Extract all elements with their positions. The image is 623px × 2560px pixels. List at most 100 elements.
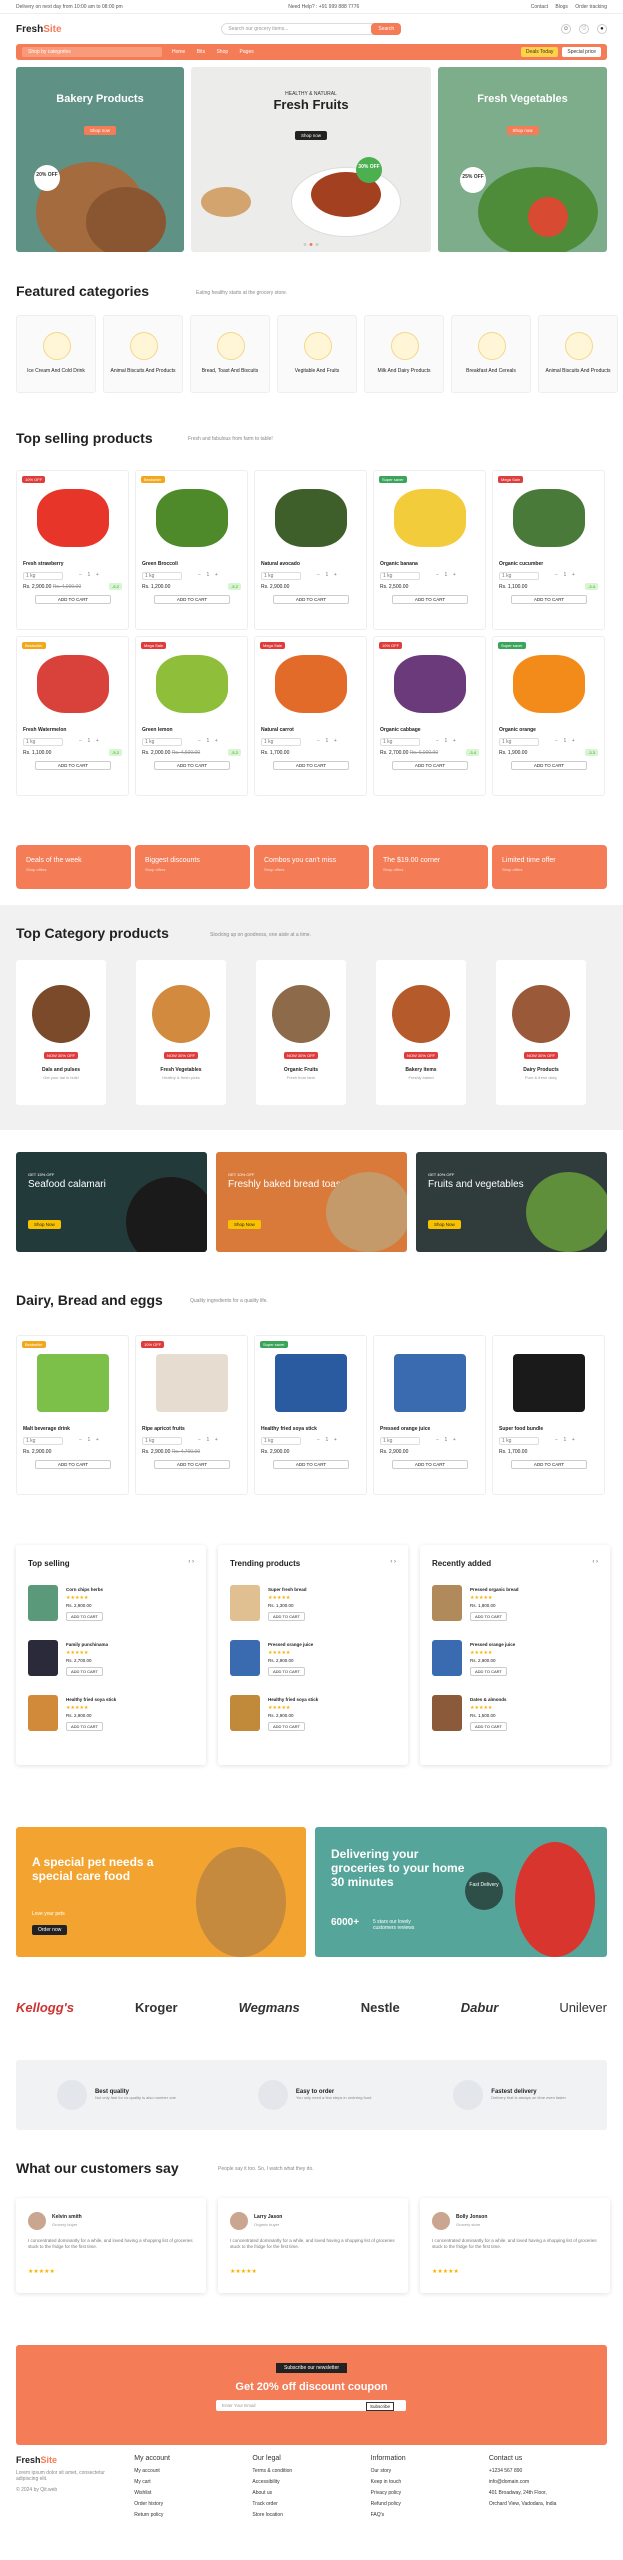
topbar-link-contact[interactable]: Contact	[531, 4, 548, 10]
category-card[interactable]: Breakfast And Cereals	[451, 315, 531, 393]
list-item[interactable]: Healthy fried soya stick ★★★★★ Rs. 2,900.0…	[28, 1695, 194, 1743]
subscribe-button[interactable]: Subscribe	[366, 2402, 395, 2411]
search-input[interactable]: Search our grocery items...	[221, 23, 392, 35]
footer-link[interactable]: info@domain.com	[489, 2479, 607, 2485]
add-to-cart-button[interactable]: ADD TO CART	[268, 1667, 305, 1676]
order-now-button[interactable]: Order now	[32, 1925, 68, 1935]
quantity-stepper[interactable]: − 1 +	[555, 572, 599, 580]
footer-link[interactable]: Terms & condition	[252, 2468, 370, 2474]
size-select[interactable]: 1 kg	[261, 1437, 301, 1445]
list-item[interactable]: Family punchinama ★★★★★ Rs. 2,700.00 ADD TO…	[28, 1640, 194, 1688]
product-card[interactable]: Super saver Organic orange 1 kg − 1 + Rs. 1,…	[492, 636, 605, 796]
footer-link[interactable]: My account	[134, 2468, 252, 2474]
add-to-cart-button[interactable]: ADD TO CART	[392, 761, 468, 770]
hero-fruits[interactable]: HEALTHY & NATURAL Fresh Fruits Shop now …	[191, 67, 431, 252]
list-item[interactable]: Healthy fried soya stick ★★★★★ Rs. 2,900.0…	[230, 1695, 396, 1743]
add-to-cart-button[interactable]: ADD TO CART	[470, 1722, 507, 1731]
category-product-card[interactable]: NOW 30% OFF Organic Fruits Fresh from farm	[256, 960, 346, 1105]
add-to-cart-button[interactable]: ADD TO CART	[35, 1460, 111, 1469]
offer-card[interactable]: Deals of the week Shop offers	[16, 845, 131, 889]
size-select[interactable]: 1 kg	[23, 738, 63, 746]
offer-card[interactable]: The $19.00 corner Shop offers	[373, 845, 488, 889]
user-icon[interactable]: ☺	[560, 24, 571, 34]
size-select[interactable]: 1 kg	[142, 1437, 182, 1445]
quantity-stepper[interactable]: − 1 +	[555, 1437, 599, 1445]
carousel-dots[interactable]	[303, 243, 319, 246]
banner-seafood[interactable]: GET 15% OFF Seafood calamari Shop Now	[16, 1152, 207, 1252]
quantity-stepper[interactable]: − 1 +	[317, 738, 361, 746]
banner-bread[interactable]: GET 10% OFF Freshly baked bread toast Shop…	[216, 1152, 407, 1252]
size-select[interactable]: 1 kg	[380, 738, 420, 746]
category-card[interactable]: Milk And Dairy Products	[364, 315, 444, 393]
nav-bits[interactable]: Bits	[197, 49, 205, 55]
footer-link[interactable]: FAQ's	[371, 2512, 489, 2518]
nav-pages[interactable]: Pages	[240, 49, 254, 55]
quantity-stepper[interactable]: − 1 +	[555, 738, 599, 746]
brand-logo[interactable]: Nestle	[361, 2000, 400, 2015]
nav-home[interactable]: Home	[172, 49, 185, 55]
quantity-stepper[interactable]: − 1 +	[317, 1437, 361, 1445]
deals-today-button[interactable]: Deals Today	[520, 47, 559, 57]
brand-logo[interactable]: Kellogg's	[16, 2000, 74, 2015]
product-card[interactable]: 10% OFF Fresh strawberry 1 kg − 1 + Rs. 2,90…	[16, 470, 129, 630]
size-select[interactable]: 1 kg	[380, 572, 420, 580]
footer-link[interactable]: Store location	[252, 2512, 370, 2518]
banner-fruits-vegetables[interactable]: GET 40% OFF Fruits and vegetables Shop Now	[416, 1152, 607, 1252]
category-dropdown[interactable]: Shop by categories	[22, 47, 162, 57]
add-to-cart-button[interactable]: ADD TO CART	[35, 761, 111, 770]
shop-now-button[interactable]: Shop Now	[228, 1220, 261, 1229]
quantity-stepper[interactable]: − 1 +	[198, 738, 242, 746]
add-to-cart-button[interactable]: ADD TO CART	[35, 595, 111, 604]
add-to-cart-button[interactable]: ADD TO CART	[66, 1612, 103, 1621]
product-card[interactable]: Bestseller Fresh Watermelon 1 kg − 1 + Rs. 1…	[16, 636, 129, 796]
list-item[interactable]: Dates & almonds ★★★★★ Rs. 1,500.00 ADD TO C…	[432, 1695, 598, 1743]
size-select[interactable]: 1 kg	[23, 572, 63, 580]
product-card[interactable]: Mega Sale Organic cucumber 1 kg − 1 + Rs. 1,…	[492, 470, 605, 630]
shop-now-button[interactable]: Shop now	[83, 126, 117, 135]
category-product-card[interactable]: NOW 30% OFF Fresh Vegetables Healthy & fre…	[136, 960, 226, 1105]
topbar-link-order-tracking[interactable]: Order tracking	[575, 4, 607, 10]
cart-icon[interactable]: ●	[596, 24, 607, 34]
footer-link[interactable]: Our story	[371, 2468, 489, 2474]
shop-now-button[interactable]: Shop now	[506, 126, 539, 135]
list-item[interactable]: Corn chips herbs ★★★★★ Rs. 2,900.00 ADD TO …	[28, 1585, 194, 1633]
list-item[interactable]: Pressed orange juice ★★★★★ Rs. 2,900.00 ADD…	[230, 1640, 396, 1688]
footer-link[interactable]: Accessibility	[252, 2479, 370, 2485]
brand-logo[interactable]: Wegmans	[239, 2000, 300, 2015]
add-to-cart-button[interactable]: ADD TO CART	[154, 595, 230, 604]
quantity-stepper[interactable]: − 1 +	[317, 572, 361, 580]
logo[interactable]: FreshSite	[16, 24, 62, 35]
footer-link[interactable]: Privacy policy	[371, 2490, 489, 2496]
search-button[interactable]: Search	[371, 23, 402, 35]
pet-food-promo[interactable]: A special pet needs a special care food …	[16, 1827, 306, 1957]
category-card[interactable]: Bread, Toast And Biscuits	[190, 315, 270, 393]
brand-logo[interactable]: Dabur	[461, 2000, 499, 2015]
footer-link[interactable]: Keep in touch	[371, 2479, 489, 2485]
size-select[interactable]: 1 kg	[142, 738, 182, 746]
product-card[interactable]: 10% OFF Ripe apricot fruits 1 kg − 1 + Rs. 2…	[135, 1335, 248, 1495]
quantity-stepper[interactable]: − 1 +	[436, 572, 480, 580]
nav-shop[interactable]: Shop	[216, 49, 228, 55]
add-to-cart-button[interactable]: ADD TO CART	[154, 761, 230, 770]
delivery-promo[interactable]: Delivering your groceries to your home 3…	[315, 1827, 607, 1957]
size-select[interactable]: 1 kg	[142, 572, 182, 580]
size-select[interactable]: 1 kg	[261, 738, 301, 746]
product-card[interactable]: Mega Sale Green lemon 1 kg − 1 + Rs. 2,000.0…	[135, 636, 248, 796]
footer-link[interactable]: Order history	[134, 2501, 252, 2507]
footer-link[interactable]: Return policy	[134, 2512, 252, 2518]
add-to-cart-button[interactable]: ADD TO CART	[470, 1667, 507, 1676]
product-card[interactable]: Mega Sale Natural carrot 1 kg − 1 + Rs. 1,70…	[254, 636, 367, 796]
category-card[interactable]: Animal Biscuits And Products	[103, 315, 183, 393]
quantity-stepper[interactable]: − 1 +	[79, 572, 123, 580]
add-to-cart-button[interactable]: ADD TO CART	[268, 1612, 305, 1621]
footer-link[interactable]: +1234 567 890	[489, 2468, 607, 2474]
arrows-icon[interactable]: ‹ ›	[188, 1559, 194, 1565]
special-price-button[interactable]: Special price	[562, 47, 601, 57]
size-select[interactable]: 1 kg	[380, 1437, 420, 1445]
footer-link[interactable]: About us	[252, 2490, 370, 2496]
category-card[interactable]: Animal Biscuits And Products	[538, 315, 618, 393]
footer-link[interactable]: My cart	[134, 2479, 252, 2485]
quantity-stepper[interactable]: − 1 +	[198, 572, 242, 580]
arrows-icon[interactable]: ‹ ›	[592, 1559, 598, 1565]
category-product-card[interactable]: NOW 30% OFF Dals and pulses Get your dal i…	[16, 960, 106, 1105]
